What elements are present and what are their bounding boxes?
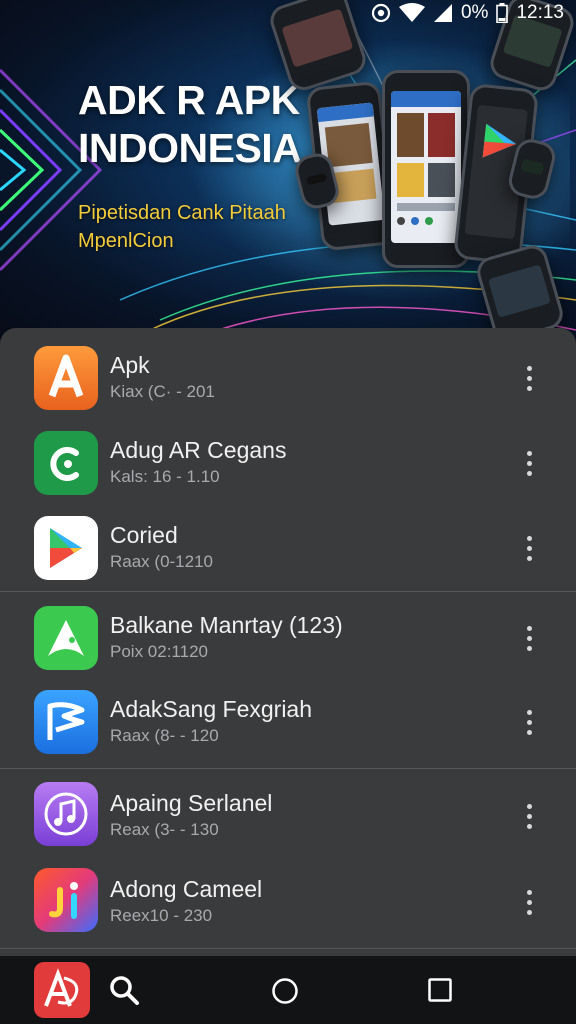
status-bar: 0% 12:13 (0, 0, 576, 26)
app-meta: Poix 02:1120 (110, 642, 208, 661)
signal-icon (433, 3, 453, 23)
list-divider (0, 768, 576, 769)
app-meta: Kiax (C· - 201 (110, 382, 215, 401)
app-list-panel: Apk Kiax (C· - 201 Adug AR Cegans Kals: … (0, 328, 576, 956)
colorful-ji-icon (34, 868, 98, 932)
app-meta: Kals: 16 - 1.10 (110, 467, 220, 486)
hero-banner: ADK R APK INDONESIA Pipetisdan Cank Pita… (0, 0, 576, 340)
more-options-icon[interactable] (517, 618, 541, 658)
app-name: Adong Cameel (110, 876, 263, 902)
letter-a-icon (34, 346, 98, 410)
app-logo-button[interactable] (34, 962, 90, 1023)
more-options-icon[interactable] (517, 796, 541, 836)
app-meta: Raax (8- - 120 (110, 726, 219, 745)
banner-title: ADK R APK INDONESIA (78, 77, 302, 171)
navigation-bar (0, 956, 576, 1024)
app-name: Apaing Serlanel (110, 790, 273, 816)
app-name: AdakSang Fexgriah (110, 696, 313, 722)
status-time: 12:13 (516, 2, 564, 23)
app-meta: Reex10 - 230 (110, 906, 213, 925)
app-name: Coried (110, 522, 178, 548)
app-list-item[interactable]: Apk Kiax (C· - 201 (0, 336, 576, 420)
app-list-item[interactable]: Adong Cameel Reex10 - 230 (0, 860, 576, 944)
more-options-icon[interactable] (517, 702, 541, 742)
app-list-item[interactable]: AdakSang Fexgriah Raax (8- - 120 (0, 680, 576, 764)
green-triangle-icon (34, 606, 98, 670)
app-name: Apk (110, 352, 150, 378)
app-list-item[interactable]: Apaing Serlanel Reax (3- - 130 (0, 774, 576, 858)
search-icon[interactable] (108, 974, 140, 1011)
blue-flag-icon (34, 690, 98, 754)
app-meta: Reax (3- - 130 (110, 820, 219, 839)
more-options-icon[interactable] (517, 528, 541, 568)
battery-icon (496, 3, 509, 23)
more-options-icon[interactable] (517, 882, 541, 922)
list-divider (0, 591, 576, 592)
home-icon[interactable] (271, 977, 299, 1010)
more-options-icon[interactable] (517, 358, 541, 398)
banner-subtitle: Pipetisdan Cank Pitaah MpenlCion (78, 202, 286, 252)
app-meta: Raax (0-1210 (110, 552, 214, 571)
battery-percent: 0% (460, 2, 489, 23)
music-note-icon (34, 782, 98, 846)
recents-icon[interactable] (428, 978, 452, 1007)
green-c-icon (34, 431, 98, 495)
more-options-icon[interactable] (517, 443, 541, 483)
app-name: Adug AR Cegans (110, 437, 287, 463)
app-name: Balkane Manrtay (123) (110, 612, 343, 638)
app-list-item[interactable]: Adug AR Cegans Kals: 16 - 1.10 (0, 421, 576, 505)
list-divider (0, 948, 576, 949)
app-list-item[interactable]: Balkane Manrtay (123) Poix 02:1120 (0, 596, 576, 680)
play-store-icon (34, 516, 98, 580)
wifi-icon (398, 3, 425, 23)
alarm-icon (371, 3, 391, 23)
app-list-item[interactable]: Coried Raax (0-1210 (0, 506, 576, 590)
